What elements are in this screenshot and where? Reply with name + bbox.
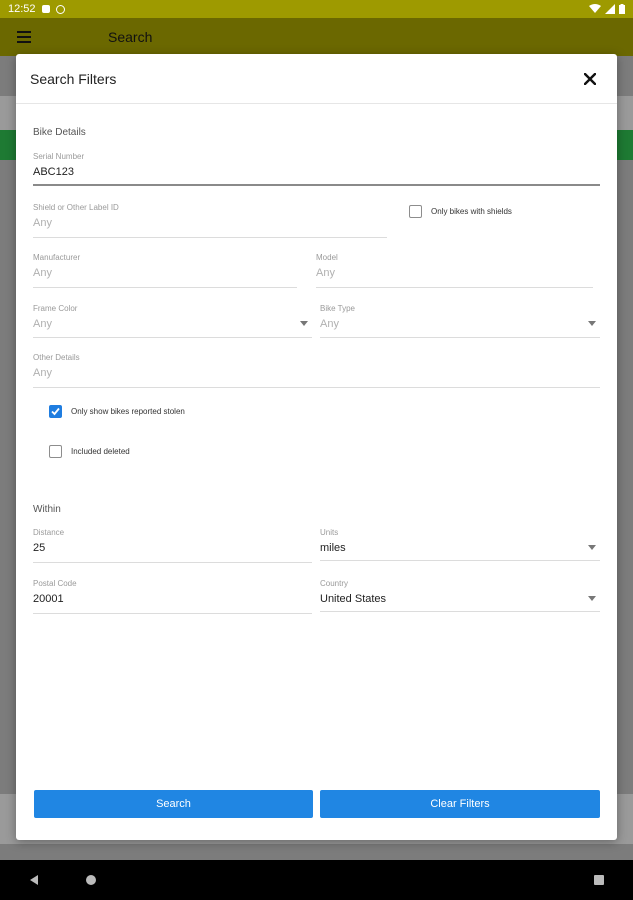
units-underline: [320, 560, 600, 561]
dialog-header: Search Filters: [16, 54, 617, 104]
include-deleted-label: Included deleted: [71, 447, 130, 456]
manufacturer-placeholder: Any: [33, 267, 52, 279]
frame-color-value: Any: [33, 318, 52, 330]
include-deleted-checkbox-row[interactable]: Included deleted: [49, 445, 130, 458]
manufacturer-underline: [33, 287, 297, 288]
wifi-icon: [589, 4, 601, 13]
bike-type-select[interactable]: Bike Type Any: [320, 304, 600, 338]
bike-type-value: Any: [320, 318, 339, 330]
dialog-title: Search Filters: [30, 70, 117, 87]
notification-icon: [41, 5, 50, 13]
only-stolen-label: Only show bikes reported stolen: [71, 407, 185, 416]
clear-filters-button[interactable]: Clear Filters: [320, 790, 600, 818]
postal-code-label: Postal Code: [33, 579, 77, 588]
distance-underline: [33, 562, 312, 563]
other-details-placeholder: Any: [33, 367, 52, 379]
status-bar: 12:52: [0, 0, 633, 18]
serial-number-label: Serial Number: [33, 152, 85, 161]
bike-type-label: Bike Type: [320, 304, 355, 313]
chevron-down-icon: [588, 596, 596, 601]
chevron-down-icon: [588, 321, 596, 326]
frame-color-label: Frame Color: [33, 304, 78, 313]
country-select[interactable]: Country United States: [320, 579, 600, 612]
system-navigation-bar: [0, 860, 633, 900]
postal-code-value: 20001: [33, 593, 64, 605]
only-stolen-checkbox-row[interactable]: Only show bikes reported stolen: [49, 405, 185, 418]
model-label: Model: [316, 253, 338, 262]
status-time: 12:52: [8, 3, 36, 15]
serial-number-underline: [33, 184, 600, 186]
back-icon[interactable]: [30, 875, 38, 885]
distance-value: 25: [33, 542, 46, 554]
chevron-down-icon: [588, 545, 596, 550]
frame-color-underline: [33, 337, 312, 338]
checkmark-icon: [51, 407, 60, 416]
menu-button[interactable]: [0, 18, 48, 56]
only-shields-label: Only bikes with shields: [431, 207, 512, 216]
country-value: United States: [320, 593, 387, 605]
recent-apps-icon[interactable]: [594, 875, 604, 885]
serial-number-value: ABC123: [33, 166, 74, 178]
units-label: Units: [320, 528, 339, 537]
other-details-field[interactable]: Other Details Any: [33, 353, 600, 388]
distance-label: Distance: [33, 528, 65, 537]
search-button[interactable]: Search: [34, 790, 313, 818]
postal-code-field[interactable]: Postal Code 20001: [33, 579, 312, 614]
home-icon[interactable]: [86, 875, 96, 885]
chevron-down-icon: [300, 321, 308, 326]
country-underline: [320, 611, 600, 612]
bike-details-heading: Bike Details: [33, 127, 86, 138]
include-deleted-checkbox[interactable]: [49, 445, 62, 458]
hamburger-menu-icon: [17, 31, 31, 43]
sync-icon: [55, 4, 65, 14]
manufacturer-label: Manufacturer: [33, 253, 81, 262]
serial-number-field[interactable]: Serial Number ABC123: [33, 152, 600, 186]
close-button[interactable]: [579, 68, 601, 90]
model-field[interactable]: Model Any: [316, 253, 593, 288]
within-heading: Within: [33, 504, 61, 515]
postal-code-underline: [33, 613, 312, 614]
signal-icon: [605, 4, 615, 14]
shield-id-label: Shield or Other Label ID: [33, 203, 119, 212]
shield-id-placeholder: Any: [33, 217, 52, 229]
app-bar: Search: [0, 18, 633, 56]
other-details-label: Other Details: [33, 353, 80, 362]
only-stolen-checkbox[interactable]: [49, 405, 62, 418]
units-value: miles: [320, 542, 346, 554]
shield-id-field[interactable]: Shield or Other Label ID Any: [33, 203, 387, 238]
app-bar-title: Search: [108, 29, 153, 45]
close-icon: [584, 72, 596, 85]
units-select[interactable]: Units miles: [320, 528, 600, 561]
only-shields-checkbox-row[interactable]: Only bikes with shields: [409, 205, 512, 218]
model-placeholder: Any: [316, 267, 335, 279]
manufacturer-field[interactable]: Manufacturer Any: [33, 253, 297, 288]
model-underline: [316, 287, 593, 288]
frame-color-select[interactable]: Frame Color Any: [33, 304, 312, 338]
distance-field[interactable]: Distance 25: [33, 528, 312, 563]
bike-type-underline: [320, 337, 600, 338]
search-filters-dialog: Search Filters Bike Details Serial Numbe…: [16, 54, 617, 840]
only-shields-checkbox[interactable]: [409, 205, 422, 218]
battery-icon: [619, 4, 625, 14]
shield-id-underline: [33, 237, 387, 238]
other-details-underline: [33, 387, 600, 388]
country-label: Country: [320, 579, 349, 588]
